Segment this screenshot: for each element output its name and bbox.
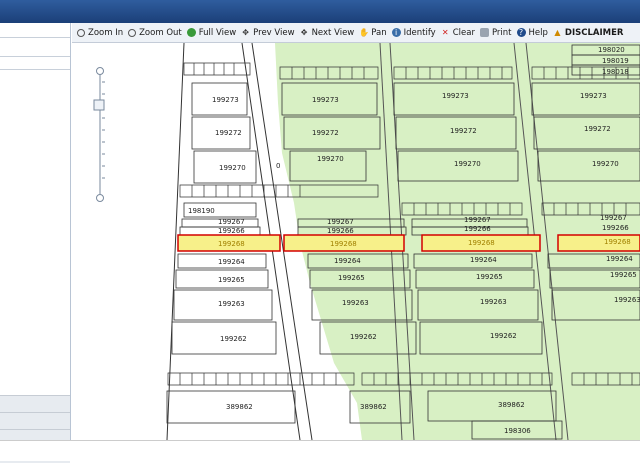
zoom-out-label: Zoom Out: [139, 27, 182, 38]
parcel-label: 389862: [498, 401, 525, 409]
zoom-handle[interactable]: [93, 99, 105, 111]
parcel-label: 199262: [220, 335, 247, 343]
clear-label: Clear: [452, 27, 475, 38]
parcel-label: 199263: [614, 296, 640, 304]
full-view-label: Full View: [198, 27, 237, 38]
left-panel: [0, 23, 71, 463]
parcel-label: 198019: [602, 57, 629, 65]
parcel-label: 199262: [490, 332, 517, 340]
parcel-label: 199266: [602, 224, 629, 232]
map-toolbar: Zoom In Zoom Out Full View ✥ Prev View ✥…: [72, 23, 640, 43]
panel-divider: [0, 429, 70, 430]
print-label: Print: [491, 27, 512, 38]
parcel-label: 199265: [218, 276, 245, 284]
parcel-label: 199273: [442, 92, 469, 100]
parcel-label: 199270: [592, 160, 619, 168]
parcel-map[interactable]: 199273 199273 199273 199273 199272 19927…: [72, 43, 640, 440]
arrow-right-icon: ✥: [300, 28, 308, 37]
parcel-label: 199270: [317, 155, 344, 163]
parcel-label: 199267: [327, 218, 354, 226]
next-view-button[interactable]: ✥ Next View: [300, 28, 355, 38]
zoom-out-button[interactable]: Zoom Out: [128, 28, 182, 38]
clear-x-icon: ✕: [441, 28, 449, 37]
disclaimer-button[interactable]: ▲ DISCLAIMER: [553, 27, 624, 38]
panel-divider: [0, 37, 70, 38]
parcel-label: 199273: [580, 92, 607, 100]
zoom-ticks: [102, 81, 105, 179]
app-header-bar: [0, 0, 640, 23]
map-viewport[interactable]: 199273 199273 199273 199273 199272 19927…: [72, 43, 640, 440]
parcel-label: 199264: [470, 256, 497, 264]
parcel-label: 199264: [606, 255, 633, 263]
parcel-label: 199268: [218, 240, 245, 248]
parcel-label: 199267: [600, 214, 627, 222]
parcel-label: 199268: [604, 238, 631, 246]
parcel-label: 199263: [480, 298, 507, 306]
zoom-slider[interactable]: [92, 67, 108, 202]
pan-label: Pan: [371, 27, 387, 38]
parcel-label: 198020: [598, 46, 625, 54]
parcel-label: 199262: [350, 333, 377, 341]
info-icon: i: [391, 28, 401, 37]
help-button[interactable]: ? Help: [516, 27, 548, 38]
globe-icon: [186, 28, 196, 37]
parcel-label: 198018: [602, 68, 629, 76]
parcel-label: 199272: [584, 125, 611, 133]
zoom-in-label: Zoom In: [88, 27, 124, 38]
prev-view-button[interactable]: ✥ Prev View: [241, 28, 294, 38]
parcel-label: 199270: [219, 164, 246, 172]
panel-divider: [0, 69, 70, 70]
warning-icon: ▲: [554, 28, 561, 37]
arrow-left-icon: ✥: [242, 28, 249, 37]
hand-icon: ✋: [359, 28, 370, 37]
parcel-label: 0: [276, 162, 280, 170]
identify-label: Identify: [403, 27, 436, 38]
parcel-label: 199272: [215, 129, 242, 137]
parcel-label: 199264: [218, 258, 245, 266]
clear-button[interactable]: ✕ Clear: [441, 28, 475, 38]
next-view-label: Next View: [311, 27, 355, 38]
parcel-label: 199273: [312, 96, 339, 104]
parcel-label: 199273: [212, 96, 239, 104]
zoom-in-icon: [77, 28, 85, 37]
panel-divider: [0, 412, 70, 413]
help-icon: ?: [516, 28, 526, 37]
parcel-label: 199266: [327, 227, 354, 235]
full-view-button[interactable]: Full View: [186, 27, 237, 38]
parcel-label: 199264: [334, 257, 361, 265]
parcel-label: 199267: [464, 216, 491, 224]
parcel-label: 199267: [218, 218, 245, 226]
parcel-label: 199265: [476, 273, 503, 281]
status-bar: [0, 440, 640, 461]
parcel-label: 199265: [338, 274, 365, 282]
parcel-label: 199263: [218, 300, 245, 308]
disclaimer-label: DISCLAIMER: [564, 27, 624, 38]
zoom-in-button[interactable]: Zoom In: [77, 28, 123, 38]
parcel-label: 389862: [226, 403, 253, 411]
parcel-label: 199265: [610, 271, 637, 279]
parcel-label: 199272: [450, 127, 477, 135]
zoom-minus-icon[interactable]: [96, 194, 104, 202]
identify-button[interactable]: i Identify: [391, 27, 436, 38]
parcel-label: 198306: [504, 427, 531, 435]
parcel-label: 198190: [188, 207, 215, 215]
parcel-label: 199268: [330, 240, 357, 248]
parcel-label: 199268: [468, 239, 495, 247]
help-label: Help: [528, 27, 548, 38]
zoom-plus-icon[interactable]: [96, 67, 104, 75]
parcel-label: 199272: [312, 129, 339, 137]
parcel-label: 199270: [454, 160, 481, 168]
parcel-label: 199266: [218, 227, 245, 235]
printer-icon: [479, 28, 489, 37]
panel-divider: [0, 395, 70, 396]
pan-button[interactable]: ✋ Pan: [359, 28, 386, 38]
parcel-label: 199263: [342, 299, 369, 307]
print-button[interactable]: Print: [479, 27, 512, 38]
parcel-label: 389862: [360, 403, 387, 411]
zoom-out-icon: [128, 28, 137, 37]
parcel-label: 199266: [464, 225, 491, 233]
panel-divider: [0, 56, 70, 57]
prev-view-label: Prev View: [253, 27, 295, 38]
